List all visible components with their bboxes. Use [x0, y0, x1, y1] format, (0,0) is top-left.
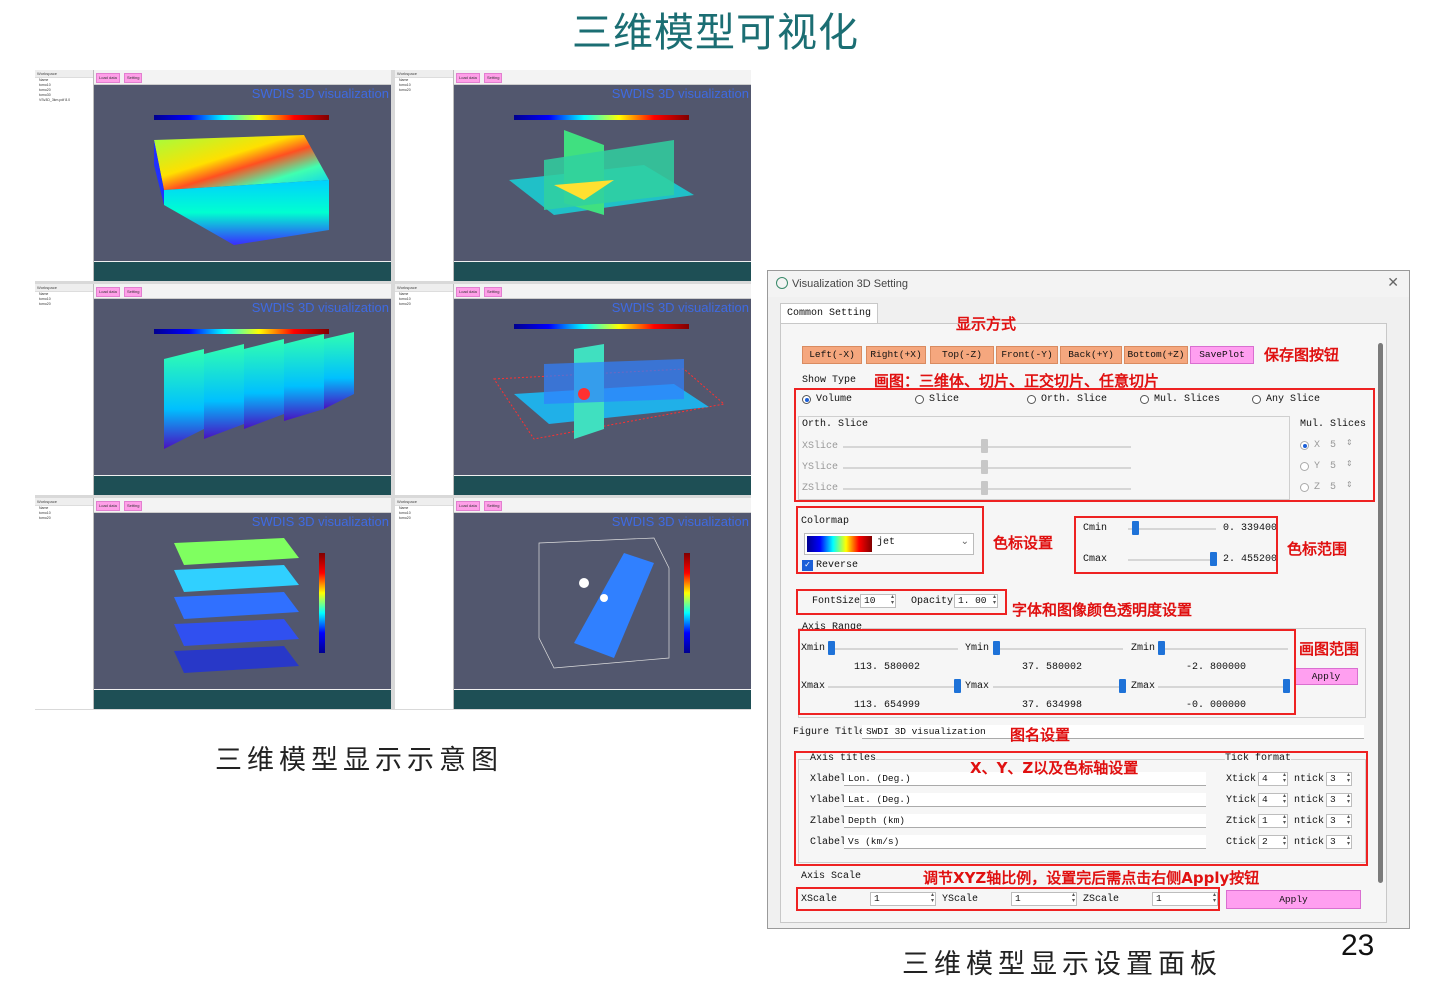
figure-title-label: Figure Title [793, 727, 866, 738]
setting-button[interactable]: Setting [484, 287, 503, 297]
workspace-title: Workspace [35, 498, 93, 506]
annotation-plot-range: 画图范围 [1299, 640, 1360, 658]
annotation-box-colormap [796, 506, 984, 574]
log-panel [454, 476, 751, 495]
tree-item[interactable]: tomo20 [35, 302, 93, 307]
setting-button[interactable]: Setting [124, 287, 143, 297]
horizontal-slices-plot [174, 538, 299, 673]
annotation-box-scale [796, 887, 1220, 911]
setting-button[interactable]: Setting [484, 73, 503, 83]
axis-range-apply-button[interactable]: Apply [1294, 668, 1358, 685]
annotation-figure-name: 图名设置 [1010, 726, 1071, 744]
tree-item[interactable]: tomo20 [395, 302, 453, 307]
app-icon [776, 277, 788, 289]
dialog-titlebar[interactable]: Visualization 3D Setting ✕ [768, 271, 1409, 297]
load-data-button[interactable]: Load data [96, 287, 120, 297]
screenshot-any-slice: Workspace Name tomo10 tomo20 Load data Setti… [395, 284, 751, 495]
tree-item[interactable]: tomo20 [395, 88, 453, 93]
annotation-box-draw-type [794, 388, 1375, 502]
workspace-title: Workspace [395, 498, 453, 506]
load-data-button[interactable]: Load data [456, 73, 480, 83]
save-plot-button[interactable]: SavePlot [1190, 346, 1254, 364]
setting-button[interactable]: Setting [484, 501, 503, 511]
figure-title-input[interactable]: SWDI 3D visualization [862, 725, 1364, 739]
screenshot-orth-slices: Workspace Name tomo10 tomo20 Load data Setti… [35, 284, 391, 495]
multi-slice-plot [164, 332, 354, 449]
render-view[interactable]: SWDIS 3D visualization [94, 85, 391, 261]
annotation-save-plot: 保存图按钮 [1264, 346, 1340, 364]
render-view[interactable]: SWDIS 3D visualization [454, 513, 751, 689]
axis-scale-label: Axis Scale [801, 871, 862, 882]
log-panel [454, 690, 751, 709]
annotation-box-font [796, 589, 1007, 615]
load-data-button[interactable]: Load data [96, 73, 120, 83]
render-view[interactable]: SWDIS 3D visualization [94, 299, 391, 475]
annotation-colorbar-range: 色标范围 [1287, 540, 1348, 558]
annotation-display-mode: 显示方式 [956, 315, 1017, 333]
vertical-scrollbar[interactable] [1378, 343, 1383, 883]
annotation-box-range [798, 629, 1296, 715]
setting-button[interactable]: Setting [124, 501, 143, 511]
view-bottom-button[interactable]: Bottom(+Z) [1124, 346, 1188, 364]
tree-item[interactable]: VSv3D_3km.pdf 8.0 [35, 98, 93, 103]
log-panel [94, 262, 391, 281]
view-front-button[interactable]: Front(-Y) [996, 346, 1058, 364]
right-caption: 三维模型显示设置面板 [902, 949, 1222, 980]
setting-button[interactable]: Setting [124, 73, 143, 83]
tree-item[interactable]: tomo20 [395, 516, 453, 521]
workspace-title: Workspace [35, 284, 93, 292]
screenshot-mul-slices: Workspace Name tomo10 tomo20 Load data Setti… [35, 498, 391, 709]
screenshot-slice: Workspace Name tomo10 tomo20 Load data Setti… [395, 70, 751, 281]
slide-title: 三维模型可视化 [572, 10, 859, 56]
view-back-button[interactable]: Back(+Y) [1060, 346, 1122, 364]
annotation-colorbar-setting: 色标设置 [993, 534, 1054, 552]
workspace-title: Workspace [35, 70, 93, 78]
view-right-button[interactable]: Right(+X) [866, 346, 926, 364]
screenshot-volume: Workspace Name tomo10 tomo20 tomo30 VSv3… [35, 70, 391, 281]
annotation-box-crange [1074, 516, 1278, 574]
log-panel [94, 690, 391, 709]
view-top-button[interactable]: Top(-Z) [930, 346, 994, 364]
oblique-slice-plot [538, 537, 670, 669]
view-left-button[interactable]: Left(-X) [802, 346, 862, 364]
load-data-button[interactable]: Load data [96, 501, 120, 511]
show-type-label: Show Type [802, 375, 857, 386]
visualization-settings-dialog: Visualization 3D Setting ✕ Common Settin… [767, 270, 1410, 929]
workspace-panel: Workspace Name tomo10 tomo20 tomo30 VSv3… [35, 70, 94, 281]
close-icon[interactable]: ✕ [1387, 275, 1399, 291]
log-panel [94, 476, 391, 495]
dialog-title: Visualization 3D Setting [792, 278, 908, 290]
tree-item[interactable]: tomo20 [35, 516, 93, 521]
tab-common-setting[interactable]: Common Setting [780, 303, 879, 324]
render-view[interactable]: SWDIS 3D visualization [454, 299, 751, 475]
render-view[interactable]: SWDIS 3D visualization [94, 513, 391, 689]
load-data-button[interactable]: Load data [456, 287, 480, 297]
axis-scale-apply-button[interactable]: Apply [1226, 890, 1361, 909]
load-data-button[interactable]: Load data [456, 501, 480, 511]
screenshot-grid: Workspace Name tomo10 tomo20 tomo30 VSv3… [35, 70, 751, 710]
annotation-axes-setting: X、Y、Z以及色标轴设置 [970, 759, 1139, 777]
render-view[interactable]: SWDIS 3D visualization [454, 85, 751, 261]
log-panel [454, 262, 751, 281]
orth-slice-plot [493, 344, 726, 440]
volume-plot [154, 135, 329, 245]
annotation-draw-types: 画图：三维体、切片、正交切片、任意切片 [874, 372, 1160, 390]
left-caption: 三维模型显示示意图 [215, 745, 503, 776]
slice-plot [509, 130, 694, 215]
workspace-title: Workspace [395, 284, 453, 292]
workspace-title: Workspace [395, 70, 453, 78]
page-number: 23 [1341, 929, 1375, 962]
annotation-scale-setting: 调节XYZ轴比例，设置完后需点击右侧Apply按钮 [923, 869, 1260, 887]
annotation-font-opacity: 字体和图像颜色透明度设置 [1012, 601, 1193, 619]
screenshot-oblique-slice: Workspace Name tomo10 tomo20 Load data Setti… [395, 498, 751, 709]
